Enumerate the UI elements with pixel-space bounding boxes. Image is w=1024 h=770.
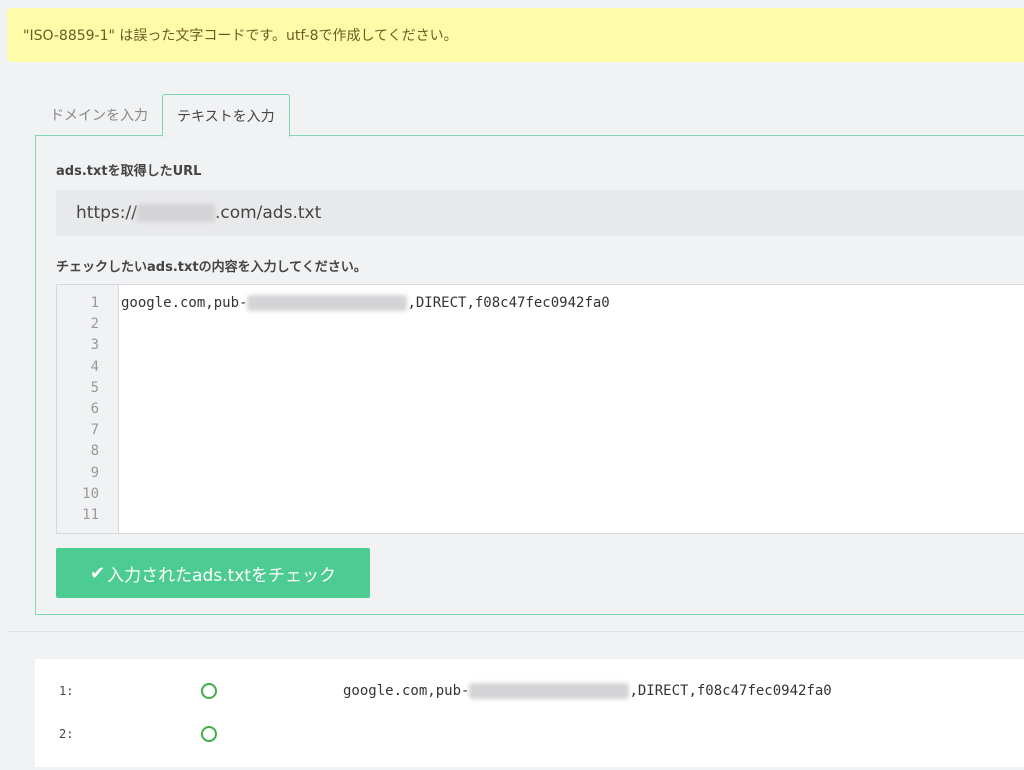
result-text: google.com,pub- ,DIRECT,f08c47fec0942fa0 <box>343 683 832 699</box>
check-results: 1: google.com,pub- ,DIRECT,f08c47fec0942f… <box>35 659 1024 767</box>
submit-label: 入力されたads.txtをチェック <box>107 565 336 586</box>
line-number: 4 <box>90 358 99 375</box>
code-suffix: ,DIRECT,f08c47fec0942fa0 <box>407 295 610 311</box>
result-row: 2: <box>35 716 1024 752</box>
redacted-pub-id <box>247 295 408 311</box>
result-suffix: ,DIRECT,f08c47fec0942fa0 <box>629 683 832 699</box>
redacted-pub-id <box>469 683 630 699</box>
tab-text-input[interactable]: テキストを入力 <box>162 94 290 137</box>
code-prefix: google.com,pub- <box>121 295 248 311</box>
check-icon: ✔ <box>90 562 106 584</box>
line-number: 8 <box>90 443 99 460</box>
url-prefix: https:// <box>76 203 137 223</box>
line-number: 7 <box>90 422 99 439</box>
encoding-alert: "ISO-8859-1" は誤った文字コードです。utf-8で作成してください。 <box>7 8 1024 62</box>
line-number: 10 <box>82 485 99 502</box>
line-number: 1 <box>90 295 99 311</box>
check-submit-button[interactable]: ✔ 入力されたads.txtをチェック <box>56 548 370 598</box>
line-number: 6 <box>90 400 99 417</box>
line-number-gutter: 1 2 3 4 5 6 7 8 9 10 11 <box>57 285 119 533</box>
line-number: 2 <box>90 316 99 333</box>
line-number: 5 <box>90 379 99 396</box>
result-line-number: 1: <box>59 684 74 698</box>
result-prefix: google.com,pub- <box>343 683 470 699</box>
section-divider <box>7 631 1024 632</box>
code-area[interactable]: google.com,pub- ,DIRECT,f08c47fec0942fa0 <box>119 285 1024 533</box>
line-number: 9 <box>90 464 99 481</box>
text-input-panel: ads.txtを取得したURL https:// .com/ads.txt チェ… <box>35 135 1024 615</box>
alert-message: "ISO-8859-1" は誤った文字コードです。utf-8で作成してください。 <box>23 28 458 44</box>
url-label: ads.txtを取得したURL <box>56 164 202 179</box>
input-mode-tabs: ドメインを入力 テキストを入力 <box>36 93 290 137</box>
line-number: 11 <box>82 506 99 523</box>
line-number: 3 <box>90 337 99 354</box>
url-suffix: .com/ads.txt <box>214 203 322 223</box>
redacted-domain <box>136 204 215 222</box>
content-label: チェックしたいads.txtの内容を入力してください。 <box>56 260 367 275</box>
circle-ok-icon <box>201 683 217 699</box>
url-input[interactable]: https:// .com/ads.txt <box>56 190 1024 236</box>
circle-ok-icon <box>201 726 217 742</box>
result-line-number: 2: <box>59 727 74 741</box>
tab-domain-input[interactable]: ドメインを入力 <box>36 94 162 136</box>
result-row: 1: google.com,pub- ,DIRECT,f08c47fec0942f… <box>35 673 1024 709</box>
ads-txt-editor[interactable]: 1 2 3 4 5 6 7 8 9 10 11 google.com,pub-,… <box>56 284 1024 534</box>
